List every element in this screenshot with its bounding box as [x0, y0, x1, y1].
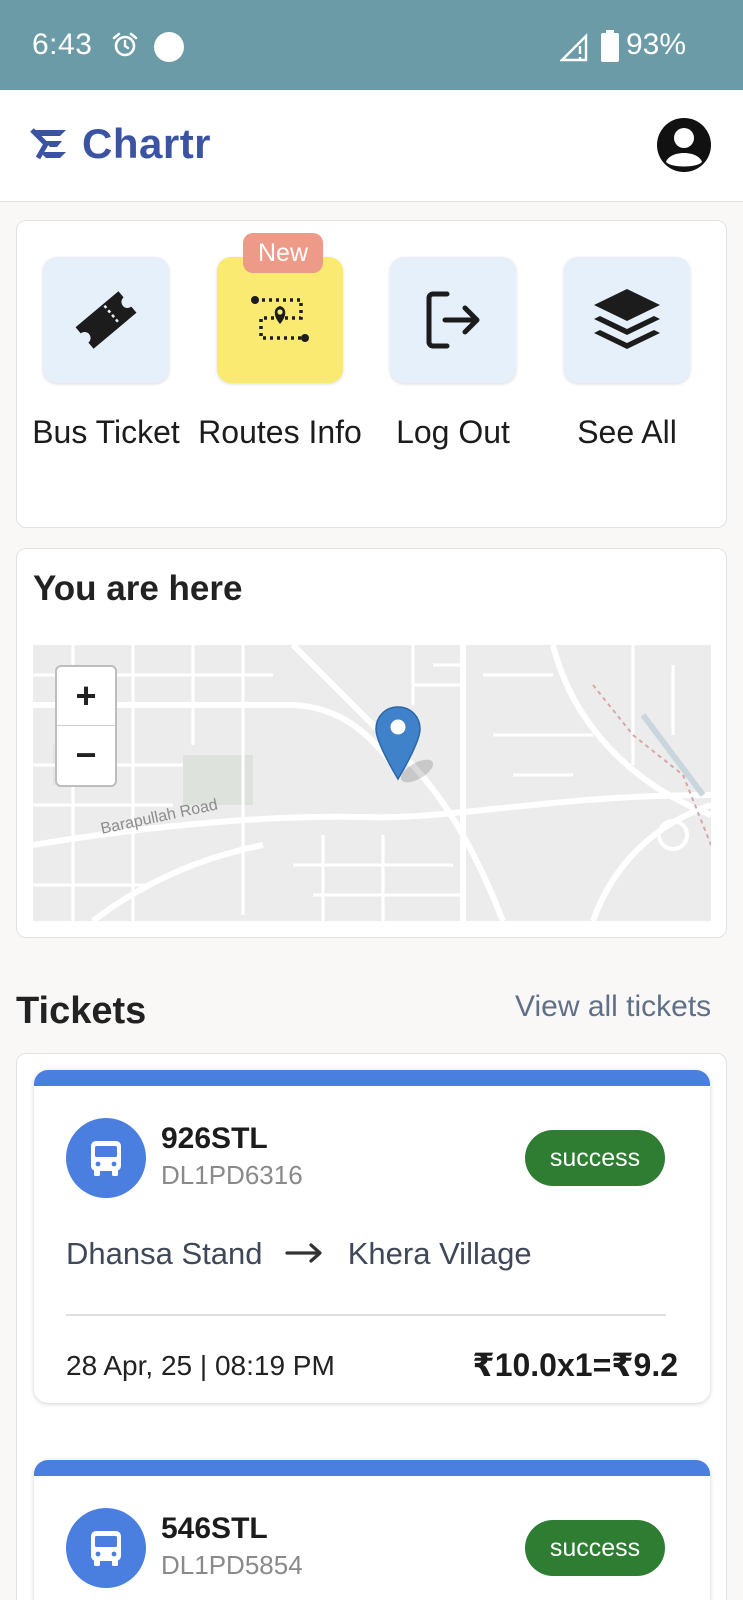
- battery-icon: [601, 30, 619, 62]
- log-out-action[interactable]: Log Out: [390, 257, 516, 460]
- zoom-out-button[interactable]: −: [57, 726, 115, 785]
- chartr-logo-icon: [30, 128, 66, 160]
- ticket-fare: ₹10.0x1=₹9.2: [472, 1347, 678, 1383]
- ticket-icon: [75, 291, 137, 349]
- ticket-vehicle-number: DL1PD5854: [161, 1550, 303, 1580]
- zoom-in-button[interactable]: +: [57, 667, 115, 726]
- ticket-status-badge: success: [525, 1130, 665, 1186]
- ticket-to-stop: Khera Village: [347, 1236, 532, 1271]
- ticket-datetime: 28 Apr, 25 | 08:19 PM: [66, 1350, 335, 1381]
- bus-ticket-action[interactable]: Bus Ticket: [32, 257, 180, 460]
- ticket-divider: [66, 1314, 666, 1316]
- location-pin-icon: [375, 706, 433, 783]
- ticket-from-stop: Dhansa Stand: [66, 1236, 263, 1271]
- bus-icon-badge: [66, 1508, 146, 1588]
- ticket-route-number: 926STL: [161, 1122, 268, 1155]
- see-all-action[interactable]: See All: [564, 257, 690, 460]
- route-map-icon: [251, 296, 309, 342]
- profile-avatar-icon[interactable]: [655, 116, 713, 174]
- quick-actions-card: New Bus Ticket Routes Info Log Out See A…: [16, 220, 727, 528]
- app-header: Chartr: [0, 90, 743, 202]
- map-view[interactable]: + − Barapullah Road: [33, 645, 711, 921]
- bus-icon-badge: [66, 1118, 146, 1198]
- bus-icon: [91, 1141, 121, 1176]
- alarm-icon: [112, 32, 138, 57]
- log-out-label: Log Out: [396, 414, 510, 450]
- map-tiles: [33, 645, 711, 921]
- log-out-tile[interactable]: [390, 257, 516, 383]
- location-card: You are here + − Barapullah Road: [16, 548, 727, 938]
- logout-icon: [426, 291, 480, 349]
- see-all-label: See All: [577, 414, 677, 450]
- routes-info-tile[interactable]: [217, 257, 343, 383]
- ticket-accent-bar: [34, 1460, 710, 1476]
- layers-icon: [594, 289, 660, 349]
- bus-ticket-tile[interactable]: [43, 257, 169, 383]
- status-time: 6:43: [32, 28, 93, 61]
- location-title: You are here: [33, 569, 243, 608]
- app-name: Chartr: [82, 120, 212, 167]
- new-badge: New: [243, 233, 323, 273]
- bus-icon: [91, 1531, 121, 1566]
- routes-info-label: Routes Info: [198, 414, 362, 450]
- ticket-accent-bar: [34, 1070, 710, 1086]
- ticket-status-badge: success: [525, 1520, 665, 1576]
- status-bar: 6:43 93%: [0, 0, 743, 90]
- tickets-title: Tickets: [16, 990, 147, 1032]
- ticket-vehicle-number: DL1PD6316: [161, 1160, 303, 1190]
- see-all-tile[interactable]: [564, 257, 690, 383]
- ticket-card[interactable]: 926STL DL1PD6316 success Dhansa Stand Kh…: [34, 1070, 710, 1403]
- ticket-route-stops: Dhansa Stand Khera Village: [66, 1236, 532, 1272]
- zoom-controls: + −: [55, 665, 117, 787]
- tickets-list: 926STL DL1PD6316 success Dhansa Stand Kh…: [16, 1053, 727, 1600]
- signal-icon: [560, 33, 588, 62]
- bus-ticket-label: Bus Ticket: [32, 414, 180, 450]
- view-all-tickets-link[interactable]: View all tickets: [515, 990, 711, 1024]
- arrow-right-icon: [285, 1243, 322, 1263]
- ticket-route-number: 546STL: [161, 1512, 268, 1545]
- routes-info-action[interactable]: Routes Info: [198, 257, 362, 460]
- ticket-card[interactable]: 546STL DL1PD5854 success: [34, 1460, 710, 1600]
- battery-percent: 93%: [626, 28, 687, 61]
- notification-dot-icon: [154, 32, 184, 62]
